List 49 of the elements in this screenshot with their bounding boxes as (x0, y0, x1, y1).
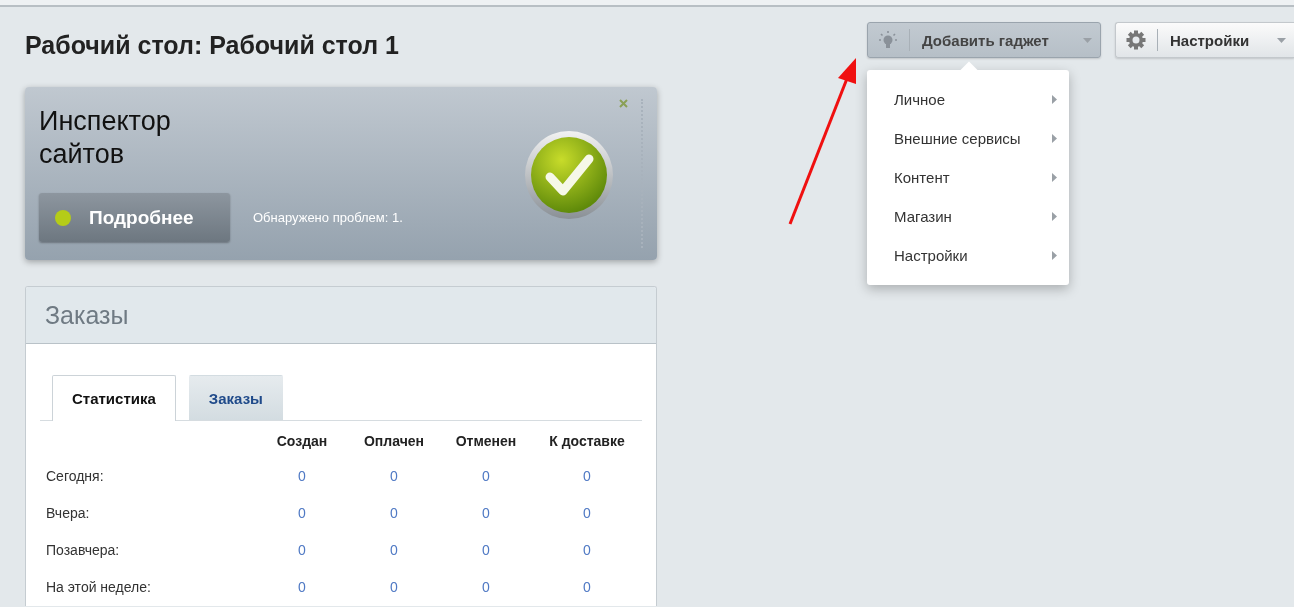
tab[interactable]: Статистика (52, 375, 176, 421)
column-header: Оплачен (362, 432, 425, 451)
page-title: Рабочий стол: Рабочий стол 1 (25, 31, 399, 60)
count-link[interactable]: 0 (583, 467, 591, 484)
row-label: На этой неделе: (45, 577, 152, 597)
submenu-arrow-icon (1052, 95, 1057, 104)
menu-item[interactable]: Магазин (867, 197, 1069, 236)
problems-text: Обнаружено проблем: 1. (253, 210, 403, 225)
count-link[interactable]: 0 (482, 504, 490, 521)
row-label: Вчера: (45, 503, 91, 523)
count-link[interactable]: 0 (298, 467, 306, 484)
status-dot-icon (55, 209, 71, 226)
count-link[interactable]: 0 (482, 467, 490, 484)
details-button[interactable]: Подробнее (39, 193, 230, 242)
row-label: Позавчера: (45, 540, 121, 560)
panel-title: Заказы (45, 300, 129, 330)
count-link[interactable]: 0 (390, 578, 398, 595)
menu-item[interactable]: Внешние сервисы (867, 119, 1069, 158)
count-link[interactable]: 0 (298, 578, 306, 595)
count-link[interactable]: 0 (583, 578, 591, 595)
count-link[interactable]: 0 (298, 541, 306, 558)
column-header: К доставке (548, 432, 626, 451)
caret-icon (1083, 37, 1092, 43)
column-header: Создан (275, 432, 329, 451)
add-gadget-button[interactable]: Добавить гаджет (867, 22, 1101, 58)
lightbulb-icon (878, 30, 898, 50)
column-header: Отменен (454, 432, 518, 451)
count-link[interactable]: 0 (390, 541, 398, 558)
count-link[interactable]: 0 (583, 504, 591, 521)
submenu-arrow-icon (1052, 134, 1057, 143)
submenu-arrow-icon (1052, 212, 1057, 221)
menu-item[interactable]: Настройки (867, 236, 1069, 275)
gear-icon (1126, 30, 1146, 50)
caret-icon (1277, 37, 1286, 43)
count-link[interactable]: 0 (390, 467, 398, 484)
menu-item[interactable]: Контент (867, 158, 1069, 197)
count-link[interactable]: 0 (298, 504, 306, 521)
count-link[interactable]: 0 (390, 504, 398, 521)
count-link[interactable]: 0 (583, 541, 591, 558)
tab[interactable]: Заказы (188, 375, 283, 420)
submenu-arrow-icon (1052, 173, 1057, 182)
gadget-title: Инспектор сайтов (39, 105, 172, 171)
count-link[interactable]: 0 (482, 541, 490, 558)
settings-button[interactable]: Настройки (1115, 22, 1294, 58)
menu-item[interactable]: Личное (867, 80, 1069, 119)
close-icon[interactable] (619, 99, 628, 108)
count-link[interactable]: 0 (482, 578, 490, 595)
submenu-arrow-icon (1052, 251, 1057, 260)
row-label: Сегодня: (45, 466, 105, 486)
